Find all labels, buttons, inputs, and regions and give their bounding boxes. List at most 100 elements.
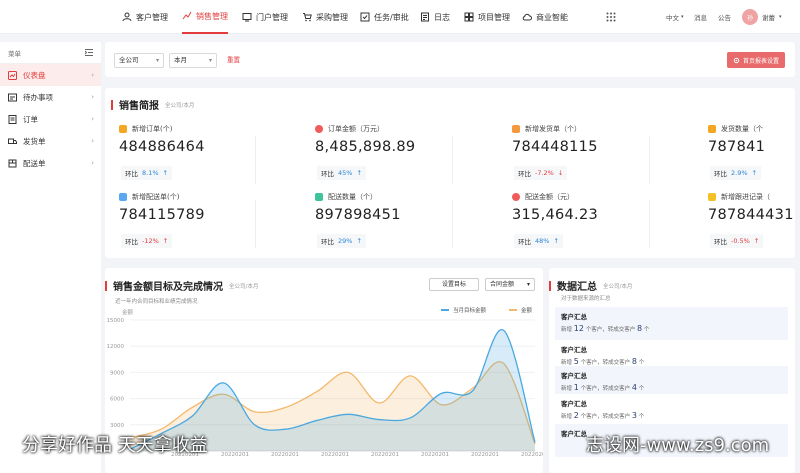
kpi-label: 新增配送单(个): [119, 192, 179, 202]
avatar: 孙: [742, 9, 758, 25]
language-switch[interactable]: 中文 ▾: [666, 0, 684, 34]
summary-title: 销售简报: [119, 101, 159, 112]
summary-header: 销售简报 全公司/本月: [111, 97, 194, 112]
card-number: 12: [573, 324, 584, 333]
card-text: 个: [638, 414, 645, 420]
sidebar-item-delivery[interactable]: 配送单 ›: [0, 152, 101, 174]
card-text: 个客户，转成交客户: [585, 327, 636, 333]
nav-log[interactable]: 日志: [420, 0, 450, 34]
kpi-label-text: 新增配送单(个): [132, 193, 180, 201]
nav-customer[interactable]: 客户管理: [122, 0, 168, 34]
y-tick-label: 9000: [110, 370, 124, 376]
sidebar-item-label: 发货单: [23, 136, 46, 146]
kpi-compare-label: 环比: [321, 170, 334, 178]
language-label: 中文: [666, 14, 679, 22]
x-tick-label: 20220201: [421, 452, 449, 458]
y-tick-label: 15000: [107, 318, 125, 324]
nav-purchase[interactable]: 采购管理: [302, 0, 348, 34]
card-title: 客户汇总: [561, 313, 587, 321]
report-settings-label: 首页报表设置: [742, 57, 779, 65]
card-number: 8: [631, 357, 637, 366]
nav-sales[interactable]: 销售管理: [182, 0, 228, 34]
user-menu[interactable]: 孙 谢蕾 ▾: [742, 0, 782, 34]
nav-portal[interactable]: 门户管理: [242, 0, 288, 34]
kpi-compare-value: 29%: [338, 237, 353, 245]
kpi-compare-value: -12%: [142, 237, 159, 245]
chevron-right-icon: ›: [91, 93, 94, 101]
divider: [255, 136, 256, 184]
kpi-followups[interactable]: 新增跟进记录（ 787844431 环比 -0.5% ↑: [708, 192, 794, 252]
kpi-compare: 环比 8.1% ↑: [121, 166, 172, 180]
kpi-label-text: 发货数量（个: [721, 125, 763, 133]
notice-link[interactable]: 公告: [718, 0, 731, 34]
sidebar-item-dashboard[interactable]: 仪表盘 ›: [0, 64, 101, 86]
project-icon: [464, 12, 474, 22]
card-title: 客户汇总: [561, 372, 587, 380]
nav-project[interactable]: 项目管理: [464, 0, 510, 34]
sidebar-item-label: 配送单: [23, 158, 46, 168]
accent-bar: [111, 99, 113, 110]
todo-icon: [8, 93, 17, 101]
package-icon: [708, 125, 716, 133]
nav-label: 商业智能: [536, 12, 568, 22]
nav-bi[interactable]: 商业智能: [522, 0, 568, 34]
kpi-label: 配送金额（元）: [512, 192, 574, 202]
reset-button[interactable]: 重置: [227, 53, 240, 68]
arrow-down-icon: ↓: [557, 169, 564, 177]
messages-link[interactable]: 消息: [694, 0, 707, 34]
kpi-label-text: 配送金额（元）: [525, 193, 574, 201]
sidebar-item-label: 待办事项: [23, 92, 53, 102]
company-select[interactable]: 全公司 ▾: [114, 53, 164, 68]
kpi-new-shipments[interactable]: 新增发货单（个） 784448115 环比 -7.2% ↓: [512, 124, 652, 184]
summary-card[interactable]: 客户汇总 新增 2 个客户，转成交客户 3 个: [555, 394, 788, 427]
kpi-compare-value: -0.5%: [731, 237, 750, 245]
card-title: 客户汇总: [561, 400, 587, 408]
card-line: 新增 12 个客户，转成交客户 8 个: [561, 324, 782, 333]
y-axis-label: 金额: [122, 308, 134, 316]
card-number: 2: [573, 411, 579, 420]
kpi-value: 784448115: [512, 139, 598, 155]
kpi-shipped-qty[interactable]: 发货数量（个 787841 环比 2.9% ↑: [708, 124, 794, 184]
kpi-label-text: 新增跟进记录（: [721, 193, 770, 201]
kpi-delivery-amount[interactable]: 配送金额（元） 315,464.23 环比 48% ↑: [512, 192, 652, 252]
kpi-new-orders[interactable]: 新增订单(个) 484886464 环比 8.1% ↑: [119, 124, 259, 184]
kpi-delivery-qty[interactable]: 配送数量（个） 897898451 环比 29% ↑: [315, 192, 455, 252]
data-summary-header: 数据汇总 全公司/本月: [549, 278, 632, 293]
chevron-right-icon: ›: [91, 137, 94, 145]
portal-icon: [242, 13, 252, 22]
nav-label: 日志: [434, 12, 450, 22]
sidebar-item-order[interactable]: 订单 ›: [0, 108, 101, 130]
y-tick-label: 12000: [107, 344, 125, 350]
nav-label: 采购管理: [316, 12, 348, 22]
sidebar-item-shipping[interactable]: 发货单 ›: [0, 130, 101, 152]
x-tick-label: 20220201: [471, 452, 499, 458]
chevron-down-icon: ▾: [208, 57, 212, 64]
summary-card[interactable]: 客户汇总 新增 12 个客户，转成交客户 8 个: [555, 307, 788, 340]
kpi-new-deliveries[interactable]: 新增配送单(个) 784115789 环比 -12% ↑: [119, 192, 259, 252]
kpi-label-text: 订单金额（万元）: [328, 125, 384, 133]
nav-task[interactable]: 任务/审批: [360, 0, 409, 34]
kpi-value: 8,485,898.89: [315, 139, 416, 155]
amount-icon: [512, 193, 520, 201]
apps-grid-button[interactable]: [606, 0, 616, 34]
x-tick-label: 20220201: [221, 452, 249, 458]
sidebar-item-todo[interactable]: 待办事项 ›: [0, 86, 101, 108]
chevron-right-icon: ›: [91, 159, 94, 167]
watermark-right: 志设网-www.zs9.com: [586, 435, 770, 456]
card-text: 新增: [561, 414, 573, 420]
arrow-up-icon: ↑: [162, 169, 168, 177]
kpi-order-amount[interactable]: 订单金额（万元） 8,485,898.89 环比 45% ↑: [315, 124, 455, 184]
report-settings-button[interactable]: 首页报表设置: [726, 52, 785, 68]
card-number: 3: [631, 411, 637, 420]
watermark-left: 分享好作品 天天拿收益: [22, 435, 208, 456]
arrow-up-icon: ↑: [553, 237, 559, 245]
kpi-value: 897898451: [315, 207, 401, 223]
nav-label: 项目管理: [478, 12, 510, 22]
collapse-menu-icon[interactable]: [85, 49, 93, 56]
kpi-label: 新增订单(个): [119, 124, 172, 134]
card-text: 个客户，转成交客户: [580, 414, 631, 420]
kpi-compare-label: 环比: [125, 238, 138, 246]
kpi-compare: 环比 45% ↑: [317, 166, 366, 180]
sidebar-header: 菜单: [0, 42, 101, 64]
period-select[interactable]: 本月 ▾: [169, 53, 217, 68]
